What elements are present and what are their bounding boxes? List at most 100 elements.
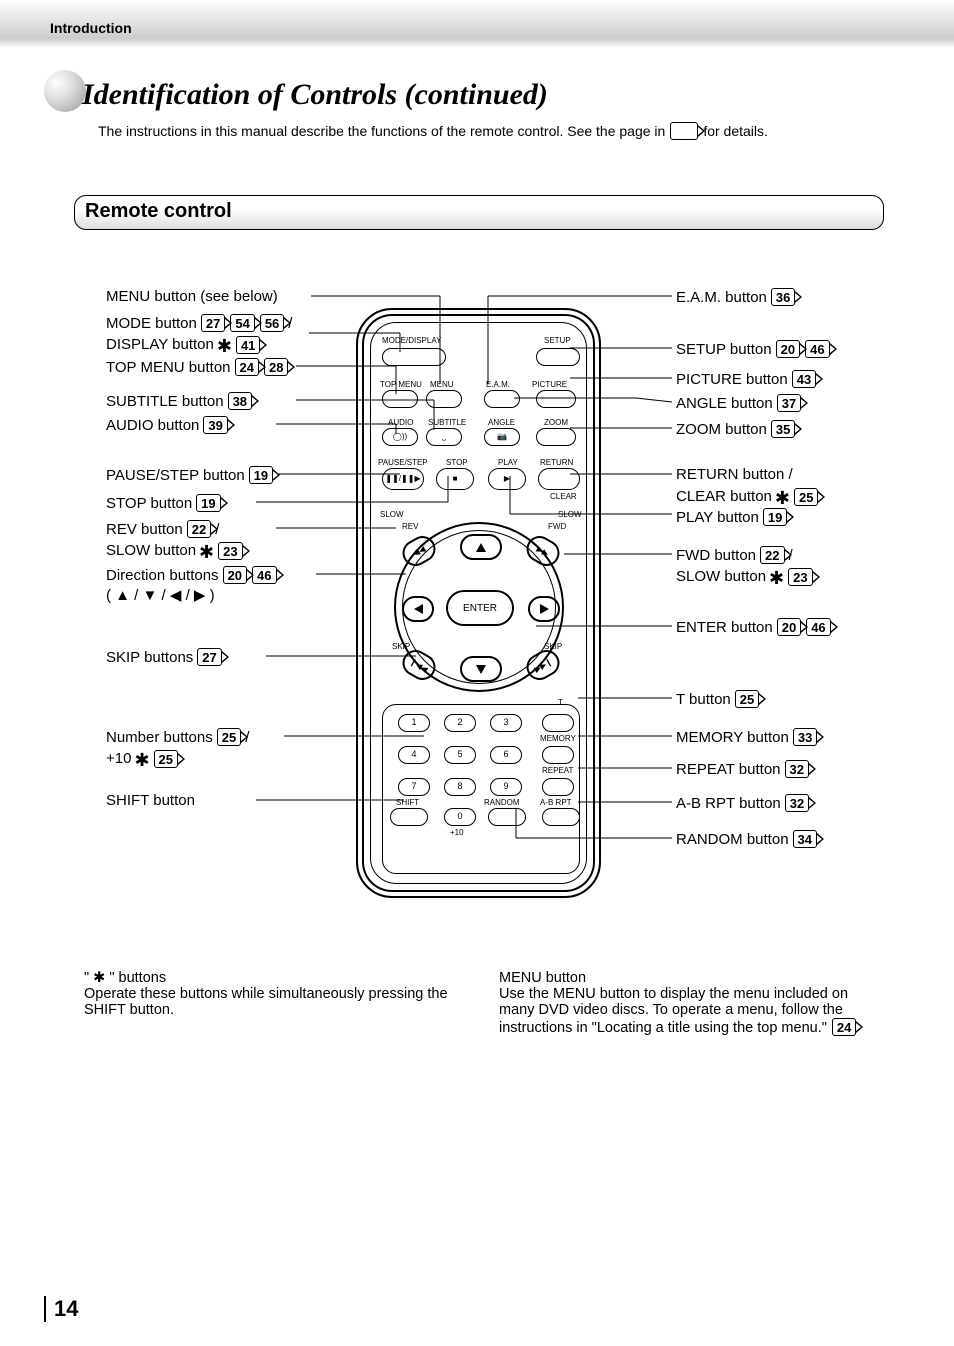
ref: 46	[805, 340, 829, 358]
dpad-right[interactable]	[528, 596, 560, 622]
co-play: PLAY button	[676, 509, 759, 526]
dpad-up[interactable]	[460, 534, 502, 560]
btn-play[interactable]: ▶	[488, 468, 526, 490]
btn-pause-step[interactable]: ❚❚/❚❚▶	[382, 468, 424, 490]
btn-num-6[interactable]: 6	[490, 746, 522, 764]
co-setup: SETUP button	[676, 341, 772, 358]
ref: 25	[794, 488, 818, 506]
ref: 28	[264, 358, 288, 376]
footnotes: " ✱ " buttons Operate these buttons whil…	[84, 970, 884, 1036]
ref: 25	[217, 728, 241, 746]
btn-menu[interactable]	[426, 390, 462, 408]
co-fwd: FWD button	[676, 547, 756, 564]
lbl-pause-step: PAUSE/STEP	[378, 458, 428, 467]
co-eam: E.A.M. button	[676, 289, 767, 306]
lbl-clear: CLEAR	[550, 492, 577, 501]
btn-mode-display[interactable]	[382, 348, 446, 366]
btn-num-4[interactable]: 4	[398, 746, 430, 764]
subsection-title: Remote control	[74, 195, 884, 230]
remote-body: MODE/DISPLAY SETUP TOP MENU MENU E.A.M. …	[356, 308, 601, 898]
co-random: RANDOM button	[676, 831, 789, 848]
btn-eam[interactable]	[484, 390, 520, 408]
btn-return[interactable]	[538, 468, 580, 490]
foot-right-body: Use the MENU button to display the menu …	[499, 986, 848, 1036]
btn-shift[interactable]	[390, 808, 428, 826]
ref: 19	[196, 494, 220, 512]
lbl-angle: ANGLE	[488, 418, 515, 427]
co-mode: MODE button	[106, 315, 197, 332]
co-direction-arrows: ( ▲ / ▼ / ◀ / ▶ )	[106, 586, 215, 604]
lbl-zoom: ZOOM	[544, 418, 568, 427]
btn-num-7[interactable]: 7	[398, 778, 430, 796]
co-t: T button	[676, 691, 731, 708]
btn-setup[interactable]	[536, 348, 580, 366]
ref: 35	[771, 420, 795, 438]
btn-repeat[interactable]	[542, 778, 574, 796]
lbl-t: T	[558, 698, 563, 707]
btn-top-menu[interactable]	[382, 390, 418, 408]
btn-num-3[interactable]: 3	[490, 714, 522, 732]
lbl-abrpt: A-B RPT	[540, 798, 572, 807]
ref: 23	[788, 568, 812, 586]
co-topmenu: TOP MENU button	[106, 359, 231, 376]
co-picture: PICTURE button	[676, 371, 788, 388]
foot-left-body: Operate these buttons while simultaneous…	[84, 986, 469, 1018]
btn-stop[interactable]: ■	[436, 468, 474, 490]
btn-num-0[interactable]: 0	[444, 808, 476, 826]
foot-right-title: MENU button	[499, 970, 884, 986]
btn-num-8[interactable]: 8	[444, 778, 476, 796]
ref: 56	[260, 314, 284, 332]
co-repeat: REPEAT button	[676, 761, 781, 778]
ref: 37	[777, 394, 801, 412]
ref: 46	[806, 618, 830, 636]
btn-picture[interactable]	[536, 390, 576, 408]
foot-left-title: " ✱ " buttons	[84, 970, 469, 986]
intro-line: The instructions in this manual describe…	[98, 122, 768, 140]
co-abrpt: A-B RPT button	[676, 795, 781, 812]
lbl-mode-display: MODE/DISPLAY	[382, 336, 441, 345]
btn-random[interactable]	[488, 808, 526, 826]
page-number: 14	[44, 1296, 78, 1322]
btn-audio[interactable]: ◯))	[382, 428, 418, 446]
co-subtitle: SUBTITLE button	[106, 393, 224, 410]
btn-num-1[interactable]: 1	[398, 714, 430, 732]
co-zoom: ZOOM button	[676, 421, 767, 438]
co-angle: ANGLE button	[676, 395, 773, 412]
ref: 22	[187, 520, 211, 538]
ref: 27	[201, 314, 225, 332]
btn-t[interactable]	[542, 714, 574, 732]
ref: 32	[785, 760, 809, 778]
btn-enter[interactable]: ENTER	[446, 590, 514, 626]
btn-num-5[interactable]: 5	[444, 746, 476, 764]
dpad-left[interactable]	[402, 596, 434, 622]
co-pause: PAUSE/STEP button	[106, 467, 245, 484]
section-name: Introduction	[50, 20, 132, 36]
ref: 32	[785, 794, 809, 812]
btn-num-9[interactable]: 9	[490, 778, 522, 796]
co-display: DISPLAY button	[106, 336, 214, 353]
lbl-subtitle: SUBTITLE	[428, 418, 466, 427]
ref: 43	[792, 370, 816, 388]
co-stop: STOP button	[106, 495, 192, 512]
btn-abrpt[interactable]	[542, 808, 580, 826]
btn-num-2[interactable]: 2	[444, 714, 476, 732]
btn-subtitle[interactable]: ⎵	[426, 428, 462, 446]
co-skip: SKIP buttons	[106, 649, 193, 666]
page-title: Identification of Controls (continued)	[82, 78, 548, 112]
section-header: Introduction	[0, 0, 954, 48]
co-return: RETURN button /	[676, 466, 793, 483]
btn-memory[interactable]	[542, 746, 574, 764]
ref: 19	[763, 508, 787, 526]
lbl-rev: REV	[402, 522, 418, 531]
btn-angle[interactable]: 📷	[484, 428, 520, 446]
ref: 25	[154, 750, 178, 768]
ref: 25	[735, 690, 759, 708]
lbl-memory: MEMORY	[540, 734, 576, 743]
ref: 38	[228, 392, 252, 410]
dpad-down[interactable]	[460, 656, 502, 682]
ref: 54	[230, 314, 254, 332]
co-plus10: +10	[106, 750, 131, 767]
lbl-slow-l: SLOW	[380, 510, 404, 519]
co-direction: Direction buttons	[106, 567, 219, 584]
btn-zoom[interactable]	[536, 428, 576, 446]
